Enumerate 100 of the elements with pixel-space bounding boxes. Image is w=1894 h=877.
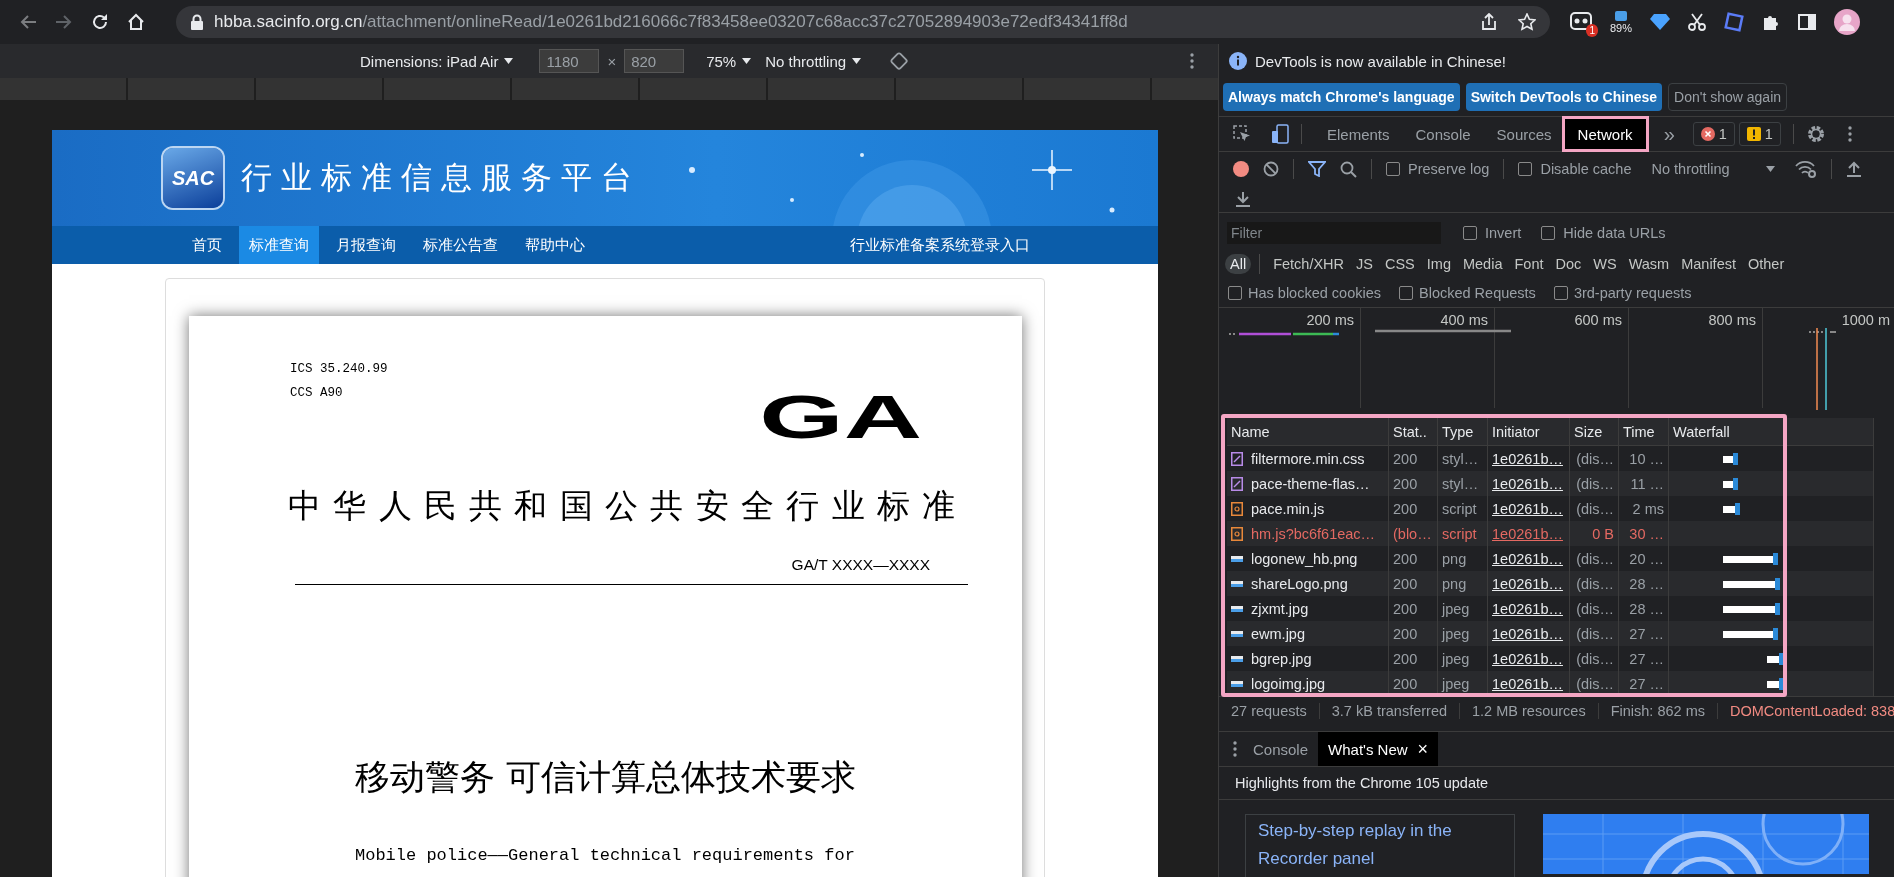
rotate-icon[interactable] bbox=[889, 51, 910, 71]
type-filter[interactable]: Other bbox=[1743, 254, 1790, 274]
nav-item[interactable]: 月报查询 bbox=[326, 226, 406, 264]
width-field[interactable]: 1180 bbox=[539, 49, 600, 73]
type-filter[interactable]: Wasm bbox=[1623, 254, 1675, 274]
dimensions-dropdown[interactable]: Dimensions: iPad Air bbox=[360, 52, 514, 70]
column-header[interactable]: Name bbox=[1227, 418, 1389, 446]
checkbox[interactable] bbox=[1463, 226, 1477, 240]
stylesheet-file-icon bbox=[1231, 451, 1243, 466]
table-cell: (blo… bbox=[1389, 521, 1438, 546]
checkbox[interactable] bbox=[1518, 162, 1533, 176]
login-link[interactable]: 行业标准备案系统登录入口 bbox=[850, 235, 1030, 255]
table-cell: bgrep.jpg bbox=[1251, 650, 1312, 667]
device-toggle-icon[interactable] bbox=[1271, 124, 1289, 144]
feature-link[interactable]: Step-by-step replay in the Recorder panel bbox=[1258, 817, 1502, 873]
type-filter[interactable]: Manifest bbox=[1676, 254, 1741, 274]
download-icon[interactable] bbox=[1235, 191, 1251, 207]
extension-icon[interactable] bbox=[1570, 12, 1592, 32]
infobar-button[interactable]: Switch DevTools to Chinese bbox=[1465, 83, 1663, 111]
type-filter[interactable]: WS bbox=[1588, 254, 1622, 274]
more-options-icon[interactable] bbox=[1847, 126, 1852, 142]
column-header[interactable]: Type bbox=[1438, 418, 1488, 446]
throttling-dropdown[interactable]: No throttling bbox=[1645, 160, 1781, 178]
nav-item[interactable]: 标准公告查 bbox=[413, 226, 508, 264]
type-filter[interactable]: CSS bbox=[1379, 254, 1420, 274]
error-count-button[interactable]: 1 bbox=[1692, 122, 1735, 146]
back-arrow-icon[interactable] bbox=[19, 13, 37, 31]
panel-tab[interactable]: Sources bbox=[1483, 119, 1565, 149]
height-field[interactable]: 820 bbox=[624, 49, 685, 73]
settings-icon[interactable] bbox=[1805, 124, 1826, 144]
table-cell: png bbox=[1438, 571, 1488, 596]
sidebar-icon[interactable] bbox=[1798, 14, 1817, 30]
zoom-dropdown[interactable]: 75% bbox=[706, 52, 752, 70]
more-options-icon[interactable] bbox=[1233, 741, 1237, 757]
panel-tab[interactable]: Console bbox=[1402, 119, 1484, 149]
column-header[interactable]: Initiator bbox=[1488, 418, 1570, 446]
infobar-button[interactable]: Don't show again bbox=[1668, 83, 1788, 111]
table-cell: shareLogo.png bbox=[1251, 575, 1348, 592]
initiator-link[interactable]: 1e0261b… bbox=[1492, 550, 1563, 567]
search-icon[interactable] bbox=[1340, 160, 1357, 178]
more-tabs-button[interactable]: » bbox=[1663, 122, 1675, 146]
panel-tab[interactable]: Elements bbox=[1314, 119, 1403, 149]
infobar-button[interactable]: Always match Chrome's language bbox=[1223, 83, 1460, 111]
filter-icon[interactable] bbox=[1308, 161, 1326, 177]
column-header[interactable]: Time bbox=[1619, 418, 1669, 446]
star-icon[interactable] bbox=[1518, 13, 1536, 31]
checkbox[interactable] bbox=[1553, 286, 1568, 300]
home-icon[interactable] bbox=[127, 13, 145, 31]
type-filter[interactable]: Img bbox=[1421, 254, 1456, 274]
initiator-link[interactable]: 1e0261b… bbox=[1492, 600, 1563, 617]
column-header[interactable]: Stat.. bbox=[1389, 418, 1438, 446]
status-text: Finish: 862 ms bbox=[1610, 703, 1718, 719]
nav-item[interactable]: 帮助中心 bbox=[515, 226, 595, 264]
checkbox[interactable] bbox=[1399, 286, 1413, 300]
checkbox[interactable] bbox=[1541, 226, 1556, 240]
upload-icon[interactable] bbox=[1845, 161, 1862, 177]
ics-code: ICS 35.240.99 bbox=[290, 362, 388, 376]
forward-arrow-icon[interactable] bbox=[55, 13, 73, 31]
type-filter[interactable]: Font bbox=[1509, 254, 1549, 274]
drawer-tab[interactable]: Console bbox=[1243, 732, 1319, 766]
status-text: DOMContentLoaded: 838 bbox=[1729, 703, 1894, 719]
table-cell: ewm.jpg bbox=[1251, 625, 1305, 642]
diamond-icon[interactable] bbox=[1650, 13, 1671, 31]
panel-tab[interactable]: Network bbox=[1564, 119, 1646, 149]
column-header[interactable]: Size bbox=[1570, 418, 1619, 446]
warning-count-button[interactable]: 1 bbox=[1738, 122, 1781, 146]
extension-icon[interactable] bbox=[1614, 10, 1628, 22]
scissors-icon[interactable] bbox=[1688, 13, 1707, 31]
lock-icon bbox=[190, 14, 204, 30]
type-filter[interactable]: JS bbox=[1351, 254, 1378, 274]
share-icon[interactable] bbox=[1480, 13, 1498, 31]
status-text: 3.7 kB transferred bbox=[1331, 703, 1461, 719]
drawer-tab[interactable]: What's New × bbox=[1318, 732, 1439, 766]
avatar-icon[interactable] bbox=[1834, 9, 1861, 35]
caret-icon bbox=[1765, 166, 1775, 172]
clear-icon[interactable] bbox=[1263, 161, 1279, 177]
type-filter[interactable]: Media bbox=[1457, 254, 1508, 274]
nav-item[interactable]: 标准查询 bbox=[239, 226, 319, 264]
type-filter[interactable]: All bbox=[1225, 254, 1252, 274]
nav-item[interactable]: 首页 bbox=[182, 226, 232, 264]
puzzle-icon[interactable] bbox=[1762, 13, 1781, 31]
inspect-icon[interactable] bbox=[1233, 125, 1251, 143]
timeline-tick: 1000 m bbox=[1841, 312, 1890, 328]
throttling-dropdown[interactable]: No throttling bbox=[765, 52, 862, 70]
initiator-link[interactable]: 1e0261b… bbox=[1492, 650, 1563, 667]
type-filter[interactable]: Doc bbox=[1550, 254, 1587, 274]
close-button[interactable]: × bbox=[1417, 738, 1429, 760]
checkbox[interactable] bbox=[1386, 162, 1400, 176]
address-bar[interactable]: hbba.sacinfo.org.cn/attachment/onlineRead/1e0261bd216066c7f83458ee03207c68acc37c27052894903e72edf34341ff8d bbox=[176, 6, 1550, 38]
record-icon[interactable] bbox=[1233, 161, 1249, 177]
filter-field[interactable]: Filter bbox=[1227, 222, 1441, 244]
network-conditions-icon[interactable] bbox=[1794, 160, 1817, 178]
table-cell: logoimg.jpg bbox=[1251, 675, 1326, 692]
more-options-icon[interactable] bbox=[1190, 53, 1194, 69]
checkbox[interactable] bbox=[1228, 286, 1242, 300]
type-filter[interactable]: Fetch/XHR bbox=[1268, 254, 1350, 274]
initiator-link[interactable]: 1e0261b… bbox=[1492, 500, 1563, 517]
column-header[interactable]: Waterfall bbox=[1669, 418, 1874, 446]
initiator-link[interactable]: 1e0261b… bbox=[1492, 450, 1563, 467]
reload-icon[interactable] bbox=[91, 13, 109, 31]
